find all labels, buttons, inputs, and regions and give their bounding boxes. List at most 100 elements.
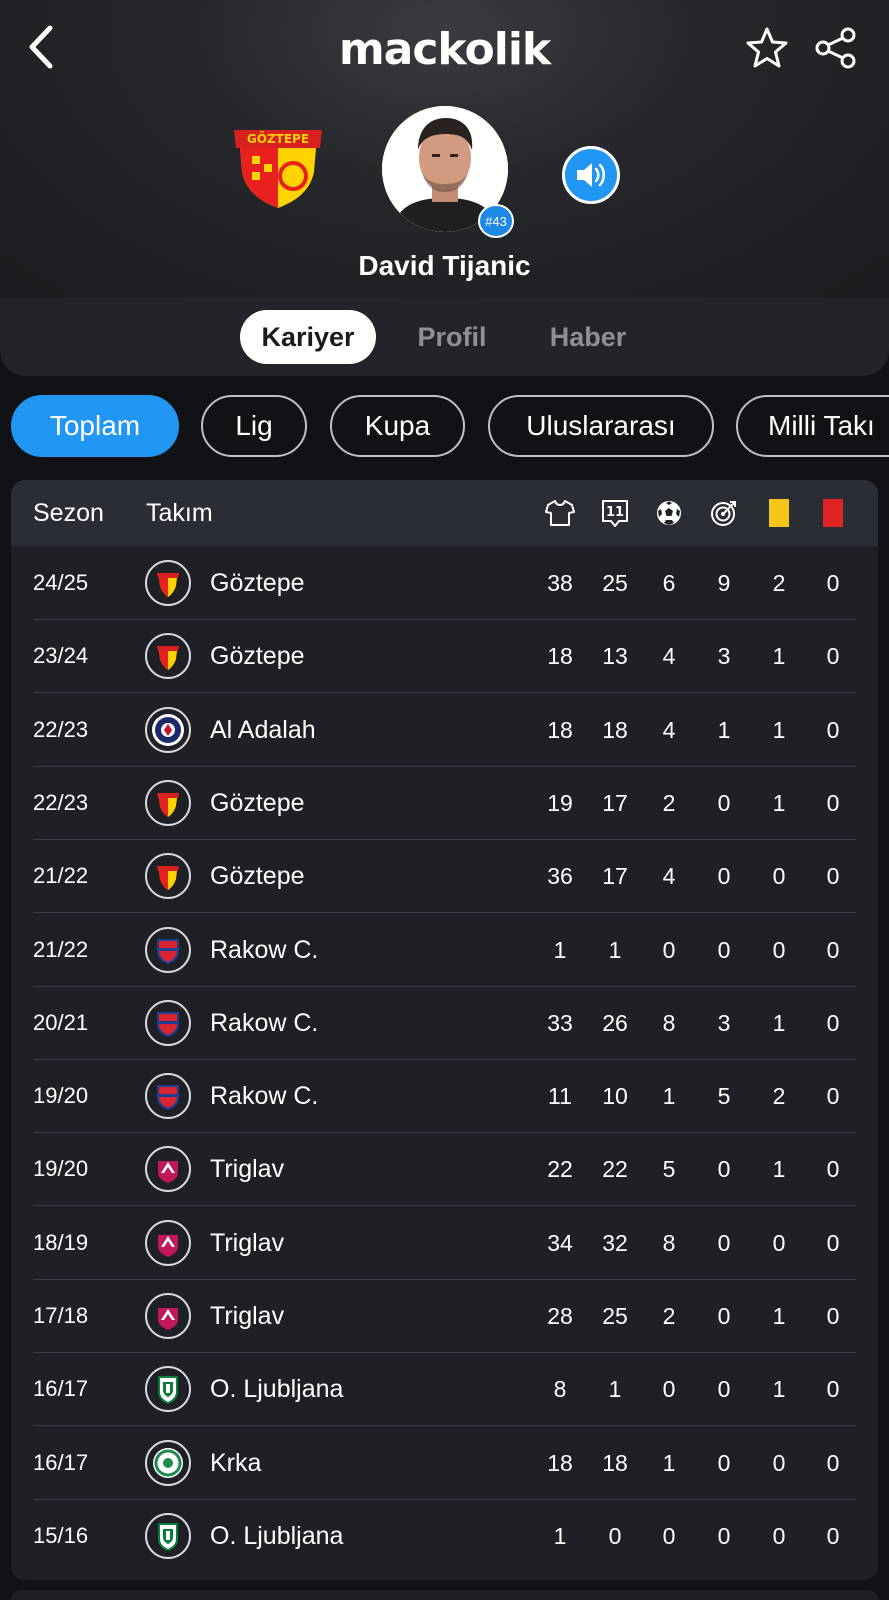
player-name: David Tijanic — [358, 250, 531, 281]
tab-profil[interactable]: Profil — [396, 310, 508, 364]
red-cards-cell: 0 — [826, 1156, 840, 1183]
filter-uluslararasi[interactable]: Uluslararası — [488, 395, 714, 457]
red-cards-cell: 0 — [826, 570, 840, 596]
goals-cell: 0 — [662, 1522, 676, 1549]
table-row[interactable]: 15/16 O. Ljubljana 1 0 0 0 0 0 — [11, 1499, 878, 1573]
share-button[interactable] — [814, 26, 858, 70]
yellow-cards-cell: 1 — [772, 716, 786, 743]
club-crest[interactable]: GÖZTEPE — [230, 126, 326, 210]
goals-cell: 1 — [662, 1449, 676, 1476]
assists-cell: 0 — [717, 1303, 731, 1329]
red-cards-cell: 0 — [826, 1376, 840, 1403]
red-cards-cell: 0 — [826, 1229, 840, 1256]
season-cell: 24/25 — [33, 570, 89, 595]
starts-cell: 10 — [602, 1083, 628, 1110]
tab-haber[interactable]: Haber — [530, 310, 646, 364]
speaker-icon — [577, 163, 605, 187]
starts-cell: 25 — [602, 570, 628, 596]
team-logo — [145, 1366, 191, 1413]
table-row[interactable]: 17/18 Triglav 28 25 2 0 1 0 — [11, 1279, 878, 1353]
goals-cell: 4 — [662, 643, 676, 670]
assists-cell: 1 — [717, 716, 731, 743]
appearances-cell: 1 — [553, 1522, 567, 1549]
team-name: Göztepe — [210, 642, 305, 671]
table-row[interactable]: 22/23 Göztepe 19 17 2 0 1 0 — [11, 766, 878, 840]
yellow-cards-cell: 1 — [772, 1009, 786, 1036]
team-logo — [145, 706, 191, 753]
appearances-cell: 18 — [547, 643, 573, 670]
table-row[interactable]: 18/19 Triglav 34 32 8 0 0 0 — [11, 1206, 878, 1280]
team-logo — [145, 1439, 191, 1486]
season-cell: 23/24 — [33, 643, 89, 669]
red-cards-cell: 0 — [826, 936, 840, 963]
appearances-header — [545, 498, 575, 528]
yellow-cards-cell: 2 — [772, 1083, 786, 1110]
table-row[interactable]: 21/22 Rakow C. 1 1 0 0 0 0 — [11, 913, 878, 987]
table-row[interactable]: 19/20 Triglav 22 22 5 0 1 0 — [11, 1132, 878, 1207]
crest-lettering: GÖZTEPE — [247, 131, 309, 146]
appearances-cell: 18 — [547, 1449, 573, 1476]
starts-cell: 0 — [608, 1522, 622, 1549]
team-name: Göztepe — [210, 862, 305, 891]
team-logo — [145, 1219, 191, 1266]
season-cell: 19/20 — [33, 1156, 89, 1182]
appearances-cell: 11 — [548, 1083, 572, 1110]
table-row[interactable]: 22/23 Al Adalah 18 18 4 1 1 0 — [11, 693, 878, 767]
assists-cell: 5 — [717, 1083, 731, 1110]
yellow-cards-cell: 0 — [772, 936, 786, 963]
appearances-cell: 34 — [547, 1229, 573, 1256]
team-logo — [145, 779, 191, 826]
assists-cell: 0 — [717, 1522, 731, 1549]
appearances-cell: 1 — [553, 936, 567, 963]
team-header: Takım — [146, 499, 213, 527]
yellow-cards-cell: 1 — [772, 1376, 786, 1403]
team-logo — [145, 1146, 191, 1193]
team-name: Triglav — [210, 1228, 285, 1257]
tab-kariyer[interactable]: Kariyer — [240, 310, 376, 364]
starts-cell: 1 — [608, 1376, 622, 1403]
season-cell: 20/21 — [33, 1009, 89, 1035]
appearances-cell: 8 — [553, 1376, 567, 1403]
table-row[interactable]: 24/25 Göztepe 38 25 6 9 2 0 — [11, 546, 878, 620]
table-row[interactable]: 21/22 Göztepe 36 17 4 0 0 0 — [11, 839, 878, 914]
red-cards-header — [818, 498, 848, 528]
filter-milli-takim[interactable]: Milli Takı — [736, 395, 889, 457]
red-cards-cell: 0 — [826, 1083, 840, 1110]
red-cards-cell: 0 — [826, 643, 840, 670]
filter-kupa[interactable]: Kupa — [330, 395, 465, 457]
team-logo — [145, 1293, 191, 1339]
table-row[interactable]: 23/24 Göztepe 18 13 4 3 1 0 — [11, 619, 878, 694]
season-header: Sezon — [33, 499, 104, 527]
goztepe-crest-icon: GÖZTEPE — [234, 130, 322, 208]
assists-cell: 3 — [717, 1009, 731, 1036]
table-row[interactable]: 16/17 Krka 18 18 1 0 0 0 — [11, 1426, 878, 1500]
team-logo — [145, 853, 191, 900]
assists-cell: 0 — [717, 1156, 731, 1183]
table-row[interactable]: 16/17 O. Ljubljana 8 1 0 0 1 0 — [11, 1352, 878, 1427]
red-cards-cell: 0 — [826, 1522, 840, 1549]
season-cell: 17/18 — [33, 1303, 89, 1328]
starts-cell: 13 — [602, 643, 628, 670]
table-row[interactable]: 19/20 Rakow C. 11 10 1 5 2 0 — [11, 1059, 878, 1134]
red-cards-cell: 0 — [826, 1303, 840, 1329]
assists-cell: 0 — [717, 863, 731, 890]
goals-cell: 2 — [662, 1303, 676, 1329]
yellow-cards-header — [764, 498, 794, 528]
team-logo — [145, 1512, 191, 1559]
tab-bar: Kariyer Profil Haber — [0, 298, 889, 376]
goals-cell: 2 — [662, 789, 676, 816]
starts-cell: 17 — [602, 789, 628, 816]
season-cell: 19/20 — [33, 1083, 89, 1109]
pronunciation-button[interactable] — [562, 146, 620, 204]
appearances-cell: 19 — [547, 789, 573, 816]
yellow-cards-cell: 2 — [772, 570, 786, 596]
team-name: Al Adalah — [210, 715, 316, 744]
favorite-button[interactable] — [745, 26, 789, 70]
filter-lig[interactable]: Lig — [201, 395, 307, 457]
team-name: Rakow C. — [210, 935, 319, 964]
goals-cell: 5 — [662, 1156, 676, 1183]
table-row[interactable]: 20/21 Rakow C. 33 26 8 3 1 0 — [11, 986, 878, 1060]
starts-cell: 17 — [602, 863, 628, 890]
appearances-cell: 38 — [547, 570, 573, 596]
filter-toplam[interactable]: Toplam — [11, 395, 179, 457]
